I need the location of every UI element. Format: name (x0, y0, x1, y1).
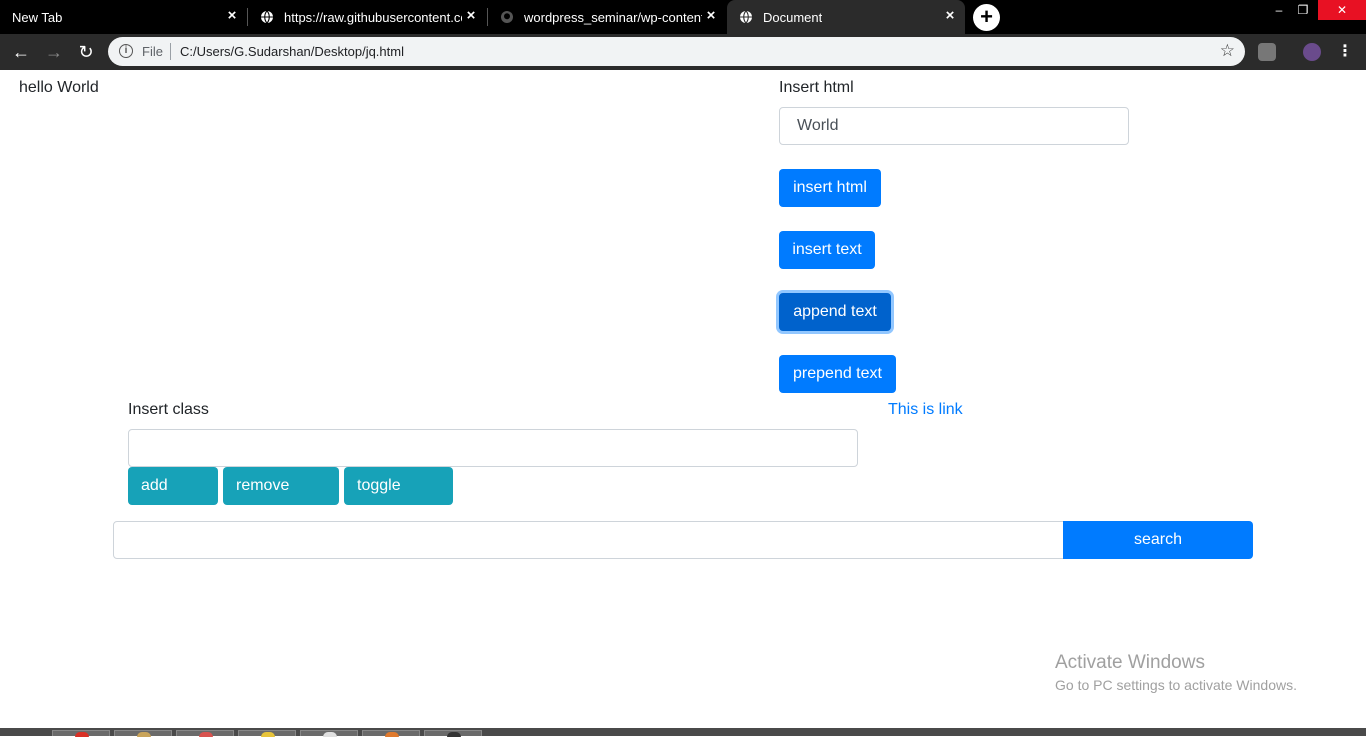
insert-html-button[interactable]: insert html (779, 169, 881, 207)
globe-icon (740, 10, 752, 24)
profile-avatar[interactable] (1303, 43, 1321, 61)
tab-document[interactable]: Document × (727, 0, 965, 34)
taskbar-app-7[interactable] (424, 730, 482, 737)
tab-wordpress[interactable]: wordpress_seminar/wp-content a × (488, 0, 726, 34)
app-icon (323, 732, 337, 737)
close-icon[interactable]: × (943, 8, 957, 23)
back-button[interactable]: ← (10, 41, 32, 63)
taskbar-explorer[interactable] (114, 730, 172, 737)
close-icon[interactable]: × (225, 8, 239, 23)
info-icon[interactable]: i (119, 44, 133, 58)
insert-text-button[interactable]: insert text (779, 231, 875, 269)
tab-new-tab[interactable]: New Tab × (0, 0, 247, 34)
search-button[interactable]: search (1063, 521, 1253, 559)
hello-text: hello World (19, 79, 99, 96)
close-icon[interactable]: × (704, 8, 718, 23)
taskbar-app-6[interactable] (362, 730, 420, 737)
star-icon[interactable]: ☆ (1220, 41, 1235, 61)
folder-icon (137, 732, 151, 737)
forward-button[interactable]: → (43, 41, 65, 63)
insert-html-input[interactable] (779, 107, 1129, 145)
activate-windows-subtitle: Go to PC settings to activate Windows. (1055, 677, 1297, 693)
insert-class-label: Insert class (128, 401, 209, 418)
taskbar-app-5[interactable] (300, 730, 358, 737)
tab-title: https://raw.githubusercontent.co (284, 9, 462, 25)
taskbar-app-3[interactable] (176, 730, 234, 737)
arrow-left-icon: ← (12, 42, 30, 62)
globe-icon (261, 10, 273, 24)
insert-html-label: Insert html (779, 79, 854, 96)
activate-windows-title: Activate Windows (1055, 652, 1205, 673)
app-icon (447, 732, 461, 737)
prepend-text-button[interactable]: prepend text (779, 355, 896, 393)
insert-class-input[interactable] (128, 429, 858, 467)
divider (170, 43, 171, 60)
page-content: hello World Insert html insert html inse… (0, 70, 1366, 728)
url-text[interactable]: C:/Users/G.Sudarshan/Desktop/jq.html (180, 44, 404, 59)
app-icon (261, 732, 275, 737)
github-icon (501, 11, 513, 23)
tab-title: Document (763, 9, 823, 25)
window-close-button[interactable]: ✕ (1318, 0, 1366, 20)
taskbar-app-4[interactable] (238, 730, 296, 737)
browser-toolbar: ← → ↻ i File C:/Users/G.Sudarshan/Deskto… (0, 34, 1366, 70)
add-class-button[interactable]: add class (128, 467, 218, 532)
app-icon (385, 732, 399, 737)
toggle-class-button[interactable]: toggle class (344, 467, 453, 532)
extension-icon[interactable] (1258, 43, 1276, 61)
tab-title: New Tab (12, 9, 63, 25)
scheme-label: File (142, 44, 163, 59)
search-input[interactable] (113, 521, 1064, 559)
chrome-icon (75, 732, 89, 737)
tab-title: wordpress_seminar/wp-content a (524, 9, 702, 25)
app-icon (199, 732, 213, 737)
tab-raw-github[interactable]: https://raw.githubusercontent.co × (248, 0, 486, 34)
append-text-button[interactable]: append text (779, 293, 891, 331)
remove-class-button[interactable]: remove class (223, 467, 339, 532)
tab-strip: New Tab × https://raw.githubusercontent.… (0, 0, 1366, 34)
close-icon[interactable]: × (464, 8, 478, 23)
minimize-button[interactable]: – (1268, 0, 1290, 20)
kebab-menu-icon[interactable]: ⋮ (1336, 43, 1354, 61)
new-tab-button[interactable]: + (973, 4, 1000, 31)
taskbar-chrome[interactable] (52, 730, 110, 737)
this-is-link[interactable]: This is link (888, 401, 963, 419)
address-bar[interactable]: i File C:/Users/G.Sudarshan/Desktop/jq.h… (108, 37, 1245, 66)
arrow-right-icon: → (45, 42, 63, 62)
reload-icon: ↻ (78, 42, 94, 62)
reload-button[interactable]: ↻ (75, 41, 97, 63)
restore-button[interactable]: ❐ (1292, 0, 1314, 20)
taskbar (0, 728, 1366, 737)
